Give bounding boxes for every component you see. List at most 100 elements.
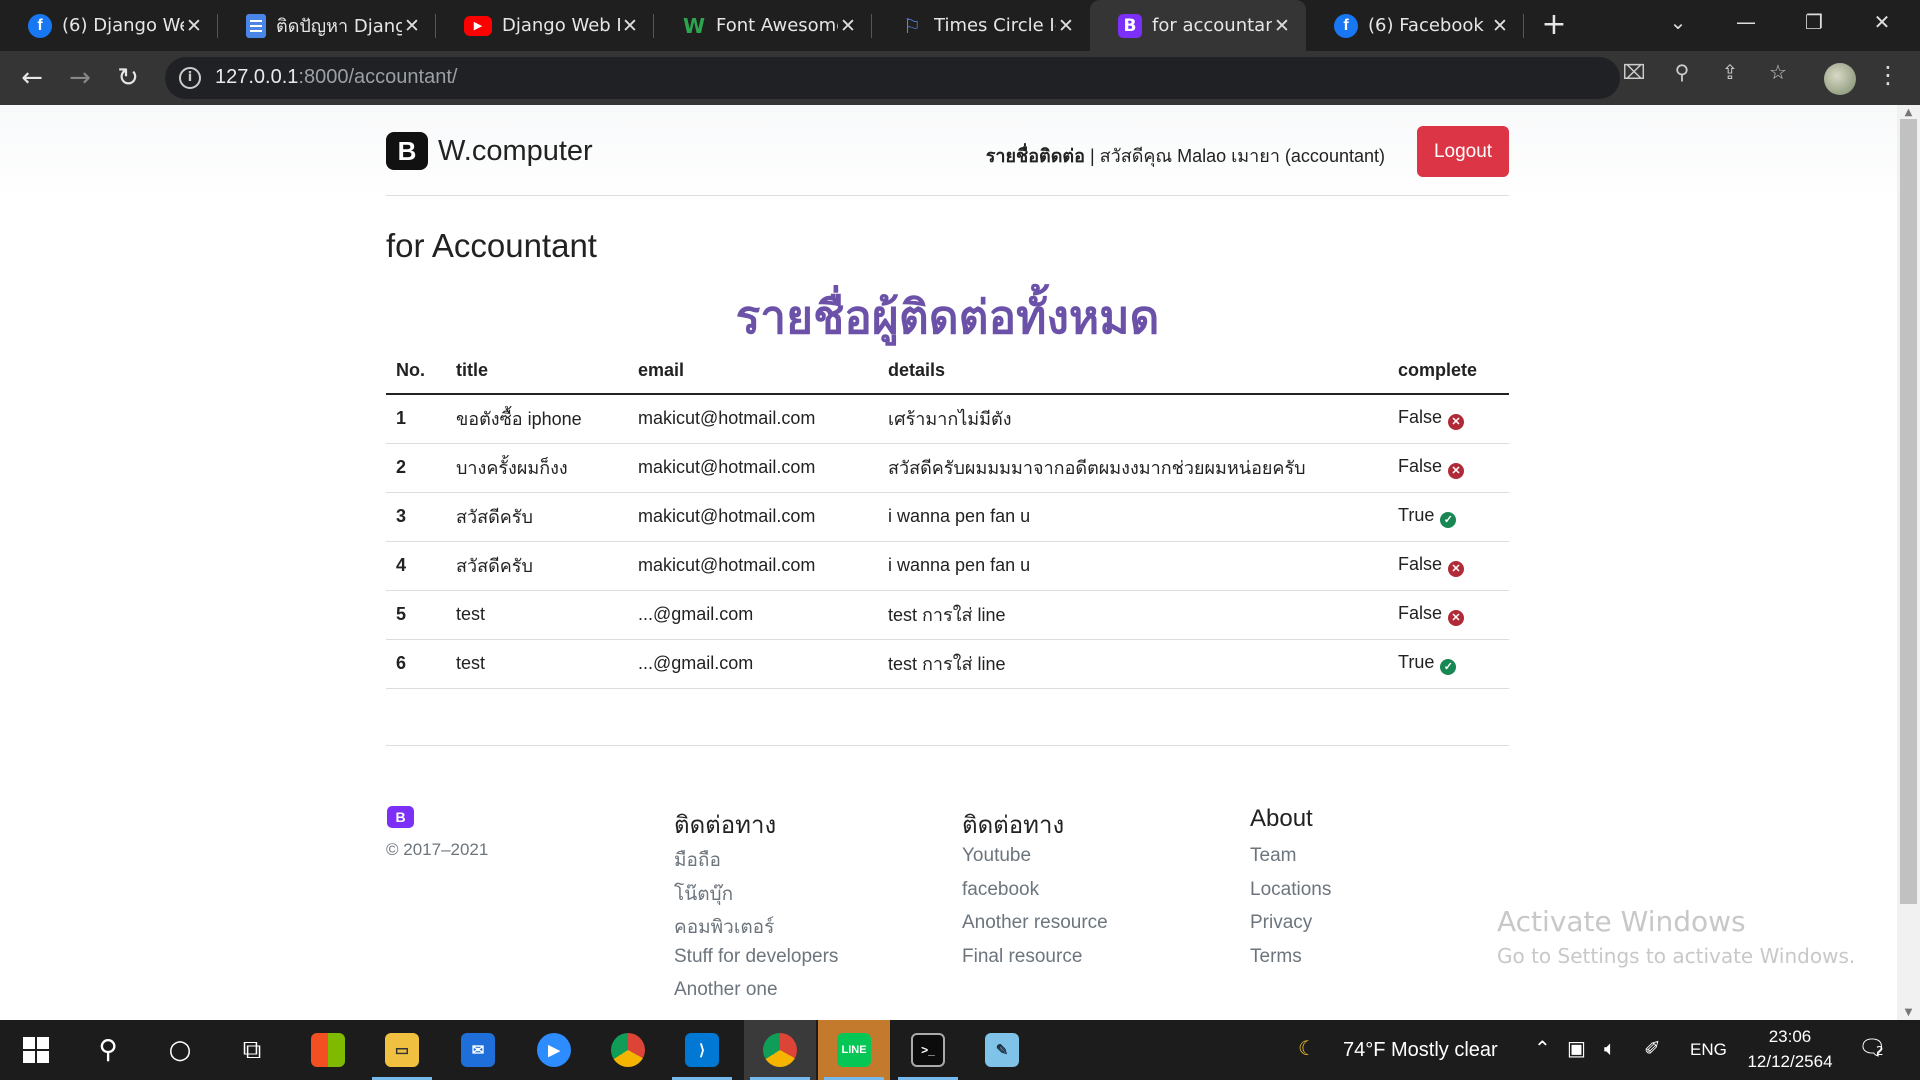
footer-link[interactable]: Youtube xyxy=(962,845,1202,879)
column-header: email xyxy=(628,347,878,395)
footer-link[interactable]: คอมพิวเตอร์ xyxy=(674,912,914,946)
tab-title: Times Circle Ico xyxy=(934,15,1056,36)
table-row: 6 test ...@gmail.com test การใส่ line True ✓ xyxy=(386,639,1509,689)
bookmark-star-icon[interactable]: ☆ xyxy=(1765,60,1791,86)
file-explorer-icon[interactable]: ▭ xyxy=(366,1020,438,1080)
copyright: © 2017–2021 xyxy=(386,840,489,859)
column-header: details xyxy=(878,347,1388,395)
volume-icon[interactable]: 🔈︎ xyxy=(1604,1036,1616,1060)
close-icon[interactable]: ✕ xyxy=(1056,15,1076,37)
logout-button[interactable]: Logout xyxy=(1417,126,1509,177)
tab-search-chevron-icon[interactable]: ⌄ xyxy=(1644,0,1712,51)
complete-value: False xyxy=(1398,407,1443,428)
chrome-profile-icon[interactable] xyxy=(744,1020,816,1080)
task-view-icon[interactable]: ⧉ xyxy=(216,1020,288,1080)
row-email: makicut@hotmail.com xyxy=(628,541,878,591)
windows-taskbar: ⚲ ○ ⧉ ▭ ✉ ▶ ⟩ LINE >_ ✎ ☾ 74°F Mostly cl… xyxy=(0,1020,1920,1080)
share-icon[interactable]: ⇪ xyxy=(1717,60,1743,86)
browser-menu-icon[interactable]: ⋮ xyxy=(1876,61,1900,89)
scrollbar-thumb[interactable] xyxy=(1900,119,1917,904)
moon-weather-icon[interactable]: ☾ xyxy=(1298,1036,1316,1060)
cortana-icon[interactable]: ○ xyxy=(144,1020,216,1080)
footer-link[interactable]: Stuff for developers xyxy=(674,946,914,980)
weather-status[interactable]: 74°F Mostly clear xyxy=(1343,1020,1498,1080)
mail-icon[interactable]: ✉ xyxy=(442,1020,514,1080)
chrome-icon[interactable] xyxy=(592,1020,664,1080)
close-icon[interactable]: ✕ xyxy=(838,15,858,37)
microsoft-store-icon[interactable] xyxy=(292,1020,364,1080)
browser-tab[interactable]: f (6) Facebook ✕ xyxy=(1306,0,1524,51)
translate-icon[interactable]: ⌧ xyxy=(1621,60,1647,86)
page-scrollbar[interactable]: ▲ ▼ xyxy=(1897,105,1920,1020)
notification-center-icon[interactable]: 🗨︎2 xyxy=(1858,1036,1886,1061)
close-icon[interactable]: ✕ xyxy=(184,15,204,37)
row-title: บางครั้งผมก็งง xyxy=(446,443,628,493)
address-bar[interactable]: i 127.0.0.1:8000/accountant/ xyxy=(165,57,1620,99)
search-icon[interactable]: ⚲ xyxy=(72,1020,144,1080)
row-details: i wanna pen fan u xyxy=(878,492,1388,542)
browser-tab[interactable]: W Font Awesome ✕ xyxy=(654,0,872,51)
check-circle-icon: ✓ xyxy=(1440,659,1457,675)
pen-icon[interactable]: ✐ xyxy=(1644,1036,1661,1060)
header-nav: รายชื่อติดต่อ | สวัสดีคุณ Malao เมายา (a… xyxy=(986,141,1385,170)
browser-tab[interactable]: ▶ Django Web D ✕ xyxy=(436,0,654,51)
footer-link[interactable]: facebook xyxy=(962,879,1202,913)
forward-button[interactable]: → xyxy=(64,63,96,95)
times-circle-icon: ✕ xyxy=(1448,463,1465,479)
browser-tab-active[interactable]: B for accountant ✕ xyxy=(1090,0,1306,51)
complete-value: True xyxy=(1398,652,1435,672)
window-close-button[interactable]: ✕ xyxy=(1848,0,1916,51)
line-app-icon[interactable]: LINE xyxy=(818,1020,890,1080)
close-icon[interactable]: ✕ xyxy=(1490,15,1510,37)
close-icon[interactable]: ✕ xyxy=(620,15,640,37)
row-number: 3 xyxy=(386,492,446,542)
new-tab-button[interactable]: + xyxy=(1537,9,1571,43)
zoom-app-icon[interactable]: ▶ xyxy=(518,1020,590,1080)
minimize-button[interactable]: — xyxy=(1712,0,1780,51)
vscode-icon[interactable]: ⟩ xyxy=(666,1020,738,1080)
close-icon[interactable]: ✕ xyxy=(1272,15,1292,37)
url-text[interactable]: 127.0.0.1:8000/accountant/ xyxy=(215,66,457,89)
page-title: for Accountant xyxy=(386,227,597,264)
show-hidden-icons-chevron-icon[interactable]: ⌃ xyxy=(1534,1036,1551,1060)
row-email: ...@gmail.com xyxy=(628,590,878,640)
footer-link[interactable]: Privacy xyxy=(1250,912,1490,946)
footer-link[interactable]: Another one xyxy=(674,979,914,1013)
footer-link[interactable]: Terms xyxy=(1250,946,1490,980)
language-indicator[interactable]: ENG xyxy=(1690,1020,1727,1080)
contacts-link[interactable]: รายชื่อติดต่อ xyxy=(986,146,1085,166)
row-complete: False ✕ xyxy=(1388,443,1509,493)
scroll-up-arrow-icon[interactable]: ▲ xyxy=(1902,107,1915,118)
brand[interactable]: B W.computer xyxy=(386,132,593,170)
reload-button[interactable]: ↻ xyxy=(112,63,144,95)
footer-link[interactable]: Team xyxy=(1250,845,1490,879)
network-icon[interactable]: ▣ xyxy=(1567,1036,1586,1060)
complete-value: True xyxy=(1398,505,1435,525)
terminal-icon[interactable]: >_ xyxy=(892,1020,964,1080)
zoom-icon[interactable]: ⚲ xyxy=(1669,60,1695,86)
footer-link[interactable]: มือถือ xyxy=(674,845,914,879)
footer-link[interactable]: โน๊ตบุ๊ก xyxy=(674,879,914,913)
footer-link[interactable]: Locations xyxy=(1250,879,1490,913)
row-details: test การใส่ line xyxy=(878,639,1388,689)
footer-link[interactable]: Another resource xyxy=(962,912,1202,946)
footer-column: ติดต่อทาง มือถือ โน๊ตบุ๊ก คอมพิวเตอร์ St… xyxy=(674,805,914,1013)
browser-tab[interactable]: ⚐ Times Circle Ico ✕ xyxy=(872,0,1090,51)
row-email: makicut@hotmail.com xyxy=(628,443,878,493)
row-complete: False ✕ xyxy=(1388,541,1509,591)
site-info-icon[interactable]: i xyxy=(179,67,201,89)
close-icon[interactable]: ✕ xyxy=(402,15,422,37)
start-button[interactable] xyxy=(0,1020,72,1080)
profile-avatar[interactable] xyxy=(1824,63,1856,95)
browser-tab[interactable]: f (6) Django Web ✕ xyxy=(0,0,218,51)
browser-tab[interactable]: ติดปัญหา Django ✕ xyxy=(218,0,436,51)
system-clock[interactable]: 23:06 12/12/2564 xyxy=(1735,1024,1845,1074)
row-number: 4 xyxy=(386,541,446,591)
footer-column: About Team Locations Privacy Terms xyxy=(1250,805,1490,979)
notepad-icon[interactable]: ✎ xyxy=(966,1020,1038,1080)
watermark-subtitle: Go to Settings to activate Windows. xyxy=(1497,944,1856,968)
restore-button[interactable]: ❐ xyxy=(1780,0,1848,51)
back-button[interactable]: ← xyxy=(16,63,48,95)
footer-link[interactable]: Final resource xyxy=(962,946,1202,980)
scroll-down-arrow-icon[interactable]: ▼ xyxy=(1902,1007,1915,1018)
